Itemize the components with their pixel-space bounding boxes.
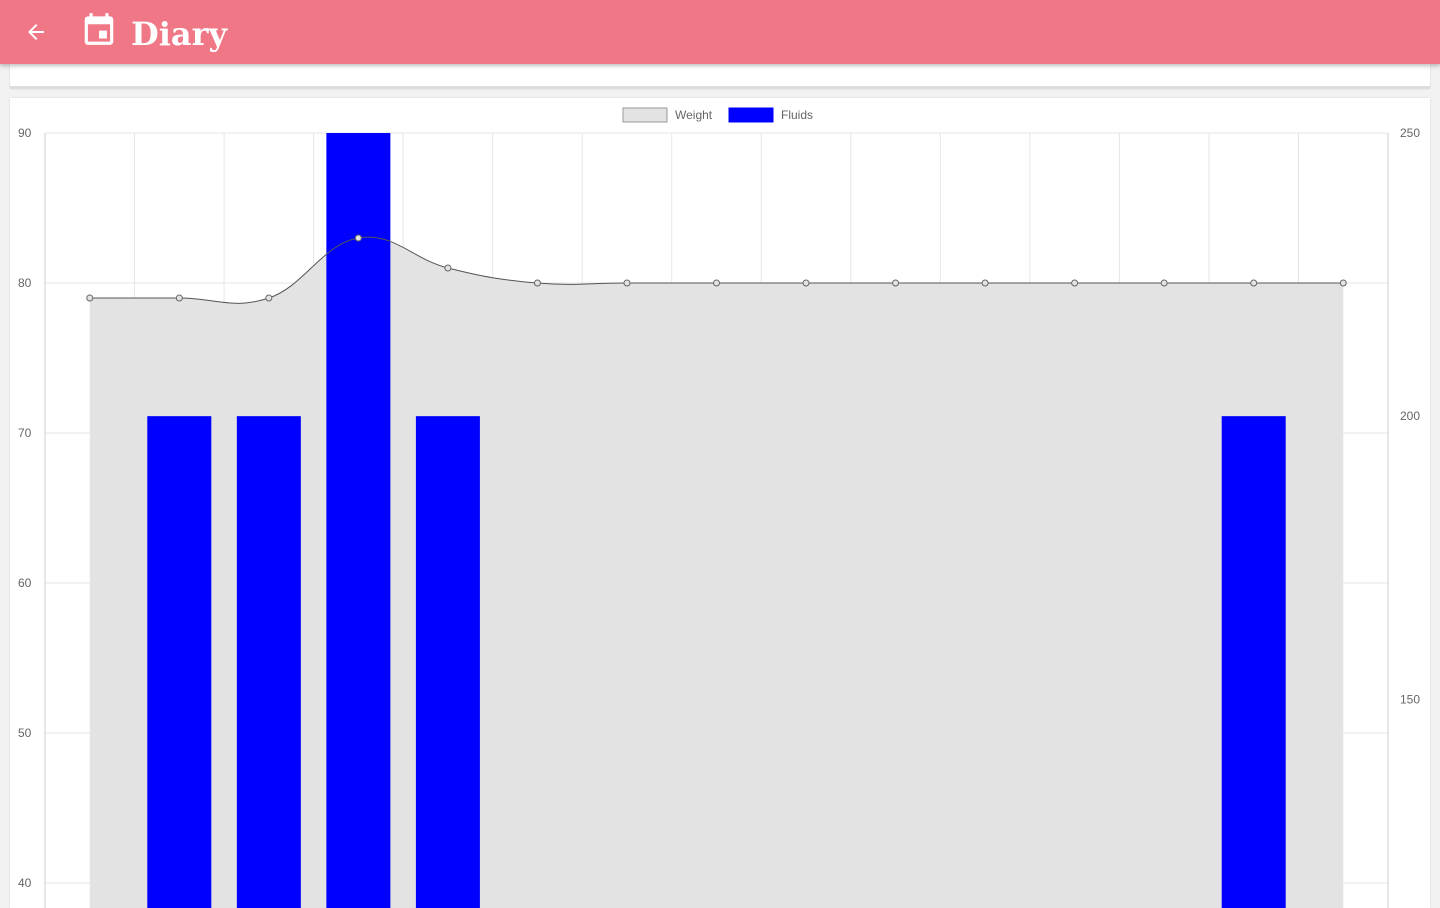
- weight-point: [713, 279, 720, 287]
- y-left-tick-label: 90: [18, 126, 32, 140]
- y-left-tick-label: 60: [18, 576, 32, 590]
- weight-point: [265, 294, 273, 302]
- weight-point: [444, 264, 452, 272]
- weight-point: [623, 279, 631, 287]
- weight-point: [175, 294, 183, 302]
- y-right-tick-label: 200: [1400, 409, 1420, 423]
- weight-point: [86, 294, 94, 302]
- y-left-tick-label: 40: [18, 876, 32, 890]
- fluids-bar: [236, 416, 301, 908]
- app-bar: Diary: [0, 0, 1440, 64]
- y-right-tick-label: 250: [1400, 126, 1420, 140]
- y-left-tick-label: 80: [18, 276, 32, 290]
- back-button[interactable]: [20, 16, 52, 48]
- fluids-bar: [147, 416, 212, 908]
- legend-label-weight: Weight: [675, 108, 713, 122]
- weight-point: [1250, 279, 1258, 287]
- arrow-left-icon: [28, 24, 44, 40]
- weight-point: [1071, 279, 1079, 287]
- calendar-icon: [84, 13, 114, 45]
- weight-point: [533, 279, 541, 287]
- weight-point: [802, 279, 810, 287]
- weight-point: [354, 234, 362, 242]
- fluids-bar: [326, 133, 391, 908]
- legend-label-fluids: Fluids: [781, 108, 813, 122]
- weight-fluids-chart: 90 80 70 60 50 40 250 200 150 Weight Fluids: [18, 107, 1420, 908]
- y-left-tick-label: 70: [18, 426, 32, 440]
- weight-point: [1160, 279, 1168, 287]
- y-left-tick-label: 50: [18, 726, 32, 740]
- legend-swatch-fluids: [728, 107, 774, 123]
- weight-point: [1339, 279, 1347, 287]
- weight-point: [981, 279, 989, 287]
- chart-card: 90 80 70 60 50 40 250 200 150 Weight Fluids: [10, 98, 1430, 908]
- summary-card: [10, 64, 1430, 88]
- page-title: Diary: [131, 15, 228, 53]
- fluids-bar: [1221, 416, 1286, 908]
- y-right-tick-label: 150: [1400, 692, 1420, 706]
- fluids-bar: [415, 416, 480, 908]
- weight-point: [892, 279, 900, 287]
- legend-swatch-weight: [622, 107, 668, 123]
